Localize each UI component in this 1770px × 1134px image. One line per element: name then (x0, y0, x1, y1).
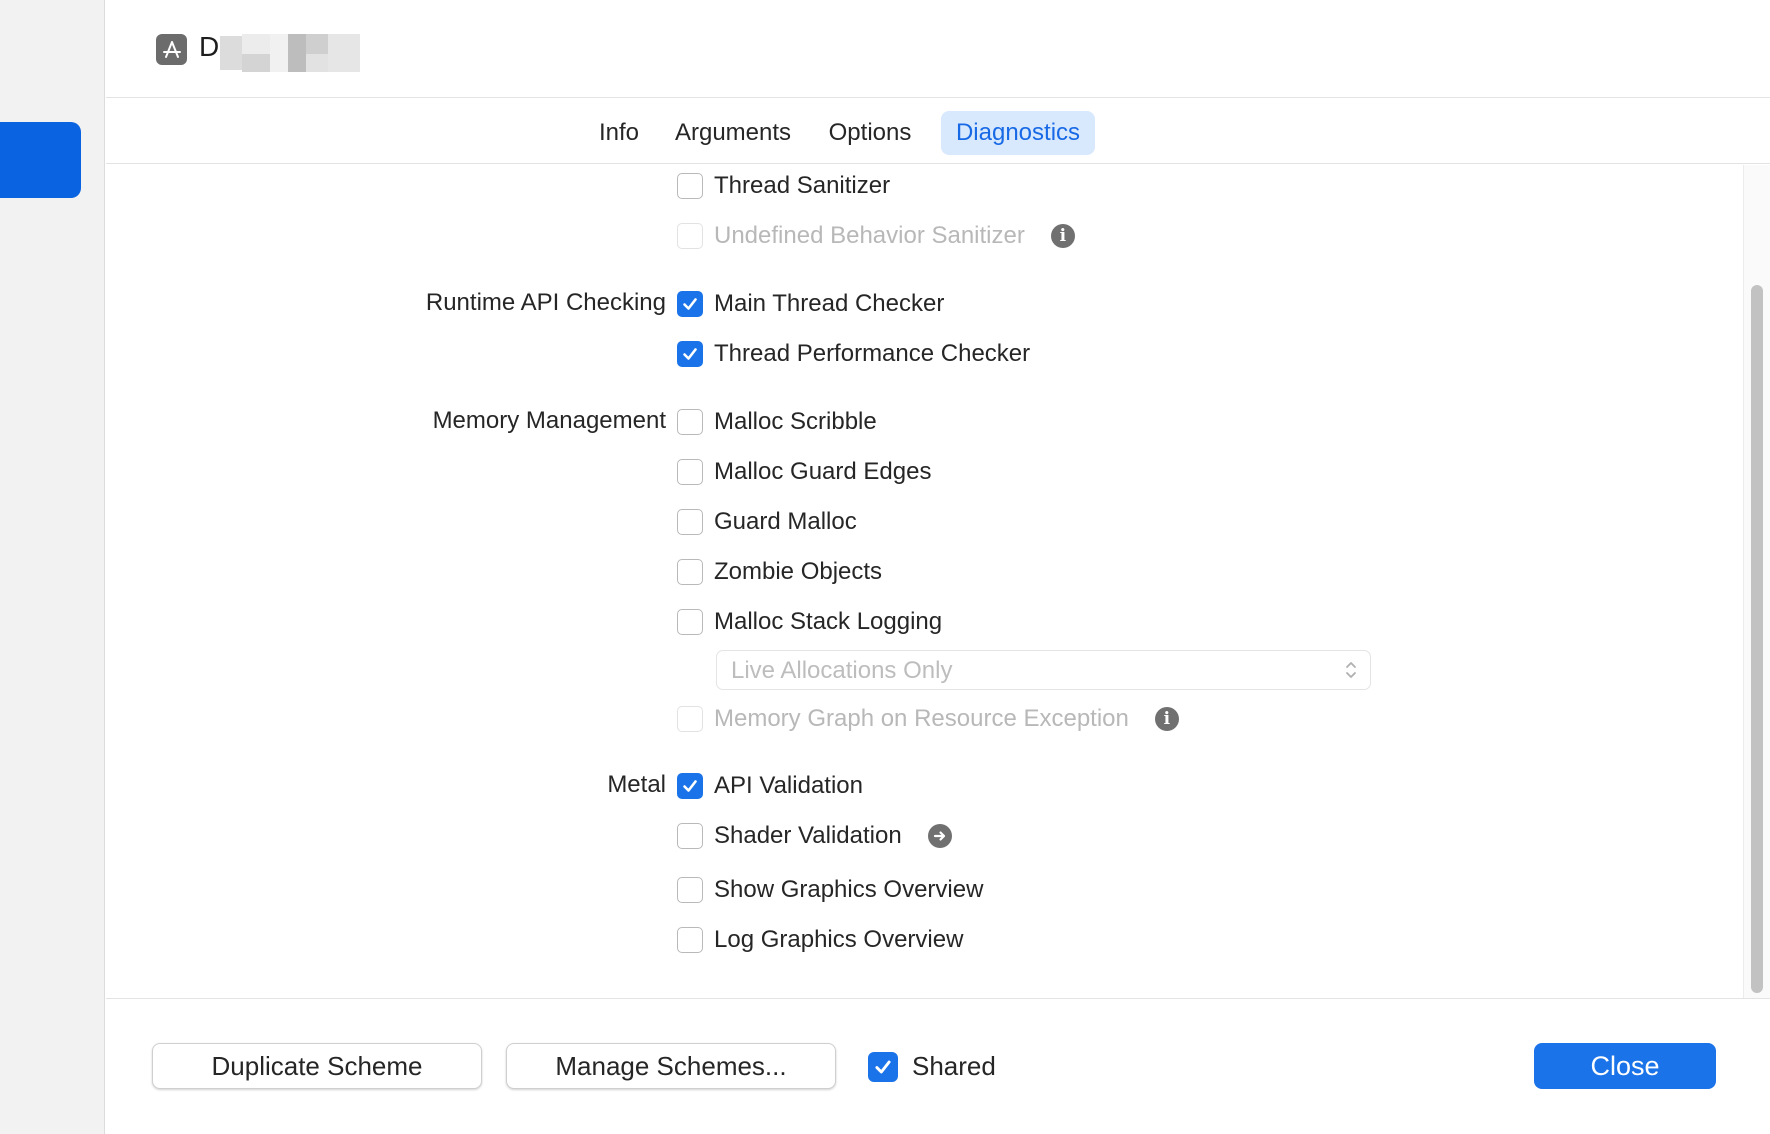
tab-arguments[interactable]: Arguments (663, 111, 803, 155)
shared-label: Shared (912, 1051, 996, 1081)
malloc-guard-edges-option[interactable]: Malloc Guard Edges (677, 456, 931, 488)
option-label: Malloc Scribble (714, 408, 877, 435)
arrow-right-icon[interactable] (927, 824, 952, 848)
option-label: Thread Sanitizer (714, 172, 891, 199)
section-label-runtime-api: Runtime API Checking (425, 289, 666, 316)
option-label: Thread Performance Checker (714, 340, 1031, 367)
thread-performance-checker-option[interactable]: Thread Performance Checker (677, 338, 1030, 370)
log-graphics-overview-checkbox[interactable] (677, 927, 703, 953)
scheme-header: D (106, 0, 1770, 98)
option-label: Memory Graph on Resource Exception (714, 705, 1129, 732)
info-icon[interactable]: i (1050, 224, 1075, 248)
guard-malloc-checkbox[interactable] (677, 509, 703, 535)
malloc-guard-edges-checkbox[interactable] (677, 459, 703, 485)
duplicate-scheme-button[interactable]: Duplicate Scheme (152, 1043, 482, 1089)
ub-sanitizer-checkbox (677, 223, 703, 249)
api-validation-option[interactable]: API Validation (677, 770, 863, 802)
section-label-memory: Memory Management (432, 407, 666, 434)
info-icon[interactable]: i (1154, 707, 1179, 731)
shared-option[interactable]: Shared (868, 1051, 996, 1082)
sidebar (0, 0, 105, 1134)
malloc-stack-logging-option[interactable]: Malloc Stack Logging (677, 606, 942, 638)
option-label: Guard Malloc (714, 508, 857, 535)
scheme-name: D (199, 31, 220, 62)
malloc-scribble-checkbox[interactable] (677, 409, 703, 435)
option-label: Show Graphics Overview (714, 876, 984, 903)
main-thread-checker-option[interactable]: Main Thread Checker (677, 288, 944, 320)
memory-graph-checkbox (677, 706, 703, 732)
scrollbar-thumb[interactable] (1751, 285, 1763, 993)
option-label: API Validation (714, 772, 863, 799)
sidebar-selected-item[interactable] (0, 122, 81, 198)
tab-info[interactable]: Info (583, 111, 655, 155)
close-button[interactable]: Close (1534, 1043, 1716, 1089)
checkmark-icon (683, 348, 697, 360)
ub-sanitizer-option: Undefined Behavior Sanitizer i (677, 220, 1075, 252)
redacted-text (220, 34, 360, 72)
option-label: Shader Validation (714, 822, 902, 849)
diagnostics-panel: Thread Sanitizer Undefined Behavior Sani… (106, 165, 1741, 998)
main-thread-checker-checkbox[interactable] (677, 291, 703, 317)
checkmark-icon (683, 780, 697, 792)
log-graphics-overview-option[interactable]: Log Graphics Overview (677, 924, 963, 956)
option-label: Undefined Behavior Sanitizer (714, 222, 1025, 249)
chevron-up-down-icon (1346, 662, 1356, 678)
option-label: Malloc Guard Edges (714, 458, 932, 485)
checkmark-icon (875, 1060, 891, 1073)
popup-value: Live Allocations Only (731, 657, 953, 684)
malloc-scribble-option[interactable]: Malloc Scribble (677, 406, 877, 438)
show-graphics-overview-checkbox[interactable] (677, 877, 703, 903)
thread-sanitizer-option[interactable]: Thread Sanitizer (677, 170, 890, 202)
tab-options[interactable]: Options (813, 111, 927, 155)
zombie-objects-option[interactable]: Zombie Objects (677, 556, 882, 588)
tab-bar: Info Arguments Options Diagnostics (106, 98, 1770, 164)
option-label: Log Graphics Overview (714, 926, 964, 953)
option-label: Malloc Stack Logging (714, 608, 943, 635)
show-graphics-overview-option[interactable]: Show Graphics Overview (677, 874, 983, 906)
guard-malloc-option[interactable]: Guard Malloc (677, 506, 857, 538)
thread-performance-checker-checkbox[interactable] (677, 341, 703, 367)
option-label: Main Thread Checker (714, 290, 945, 317)
api-validation-checkbox[interactable] (677, 773, 703, 799)
shared-checkbox[interactable] (868, 1051, 898, 1082)
zombie-objects-checkbox[interactable] (677, 559, 703, 585)
app-icon (156, 34, 187, 65)
stack-logging-popup: Live Allocations Only (716, 650, 1371, 690)
thread-sanitizer-checkbox[interactable] (677, 173, 703, 199)
section-label-metal: Metal (607, 771, 666, 798)
memory-graph-option: Memory Graph on Resource Exception i (677, 703, 1179, 735)
footer: Duplicate Scheme Manage Schemes... Share… (106, 998, 1770, 1134)
option-label: Zombie Objects (714, 558, 883, 585)
tab-diagnostics[interactable]: Diagnostics (941, 111, 1095, 155)
vertical-scrollbar[interactable] (1743, 165, 1770, 998)
malloc-stack-logging-checkbox[interactable] (677, 609, 703, 635)
checkmark-icon (683, 298, 697, 310)
manage-schemes-button[interactable]: Manage Schemes... (506, 1043, 836, 1089)
shader-validation-checkbox[interactable] (677, 823, 703, 849)
shader-validation-option[interactable]: Shader Validation (677, 820, 952, 852)
